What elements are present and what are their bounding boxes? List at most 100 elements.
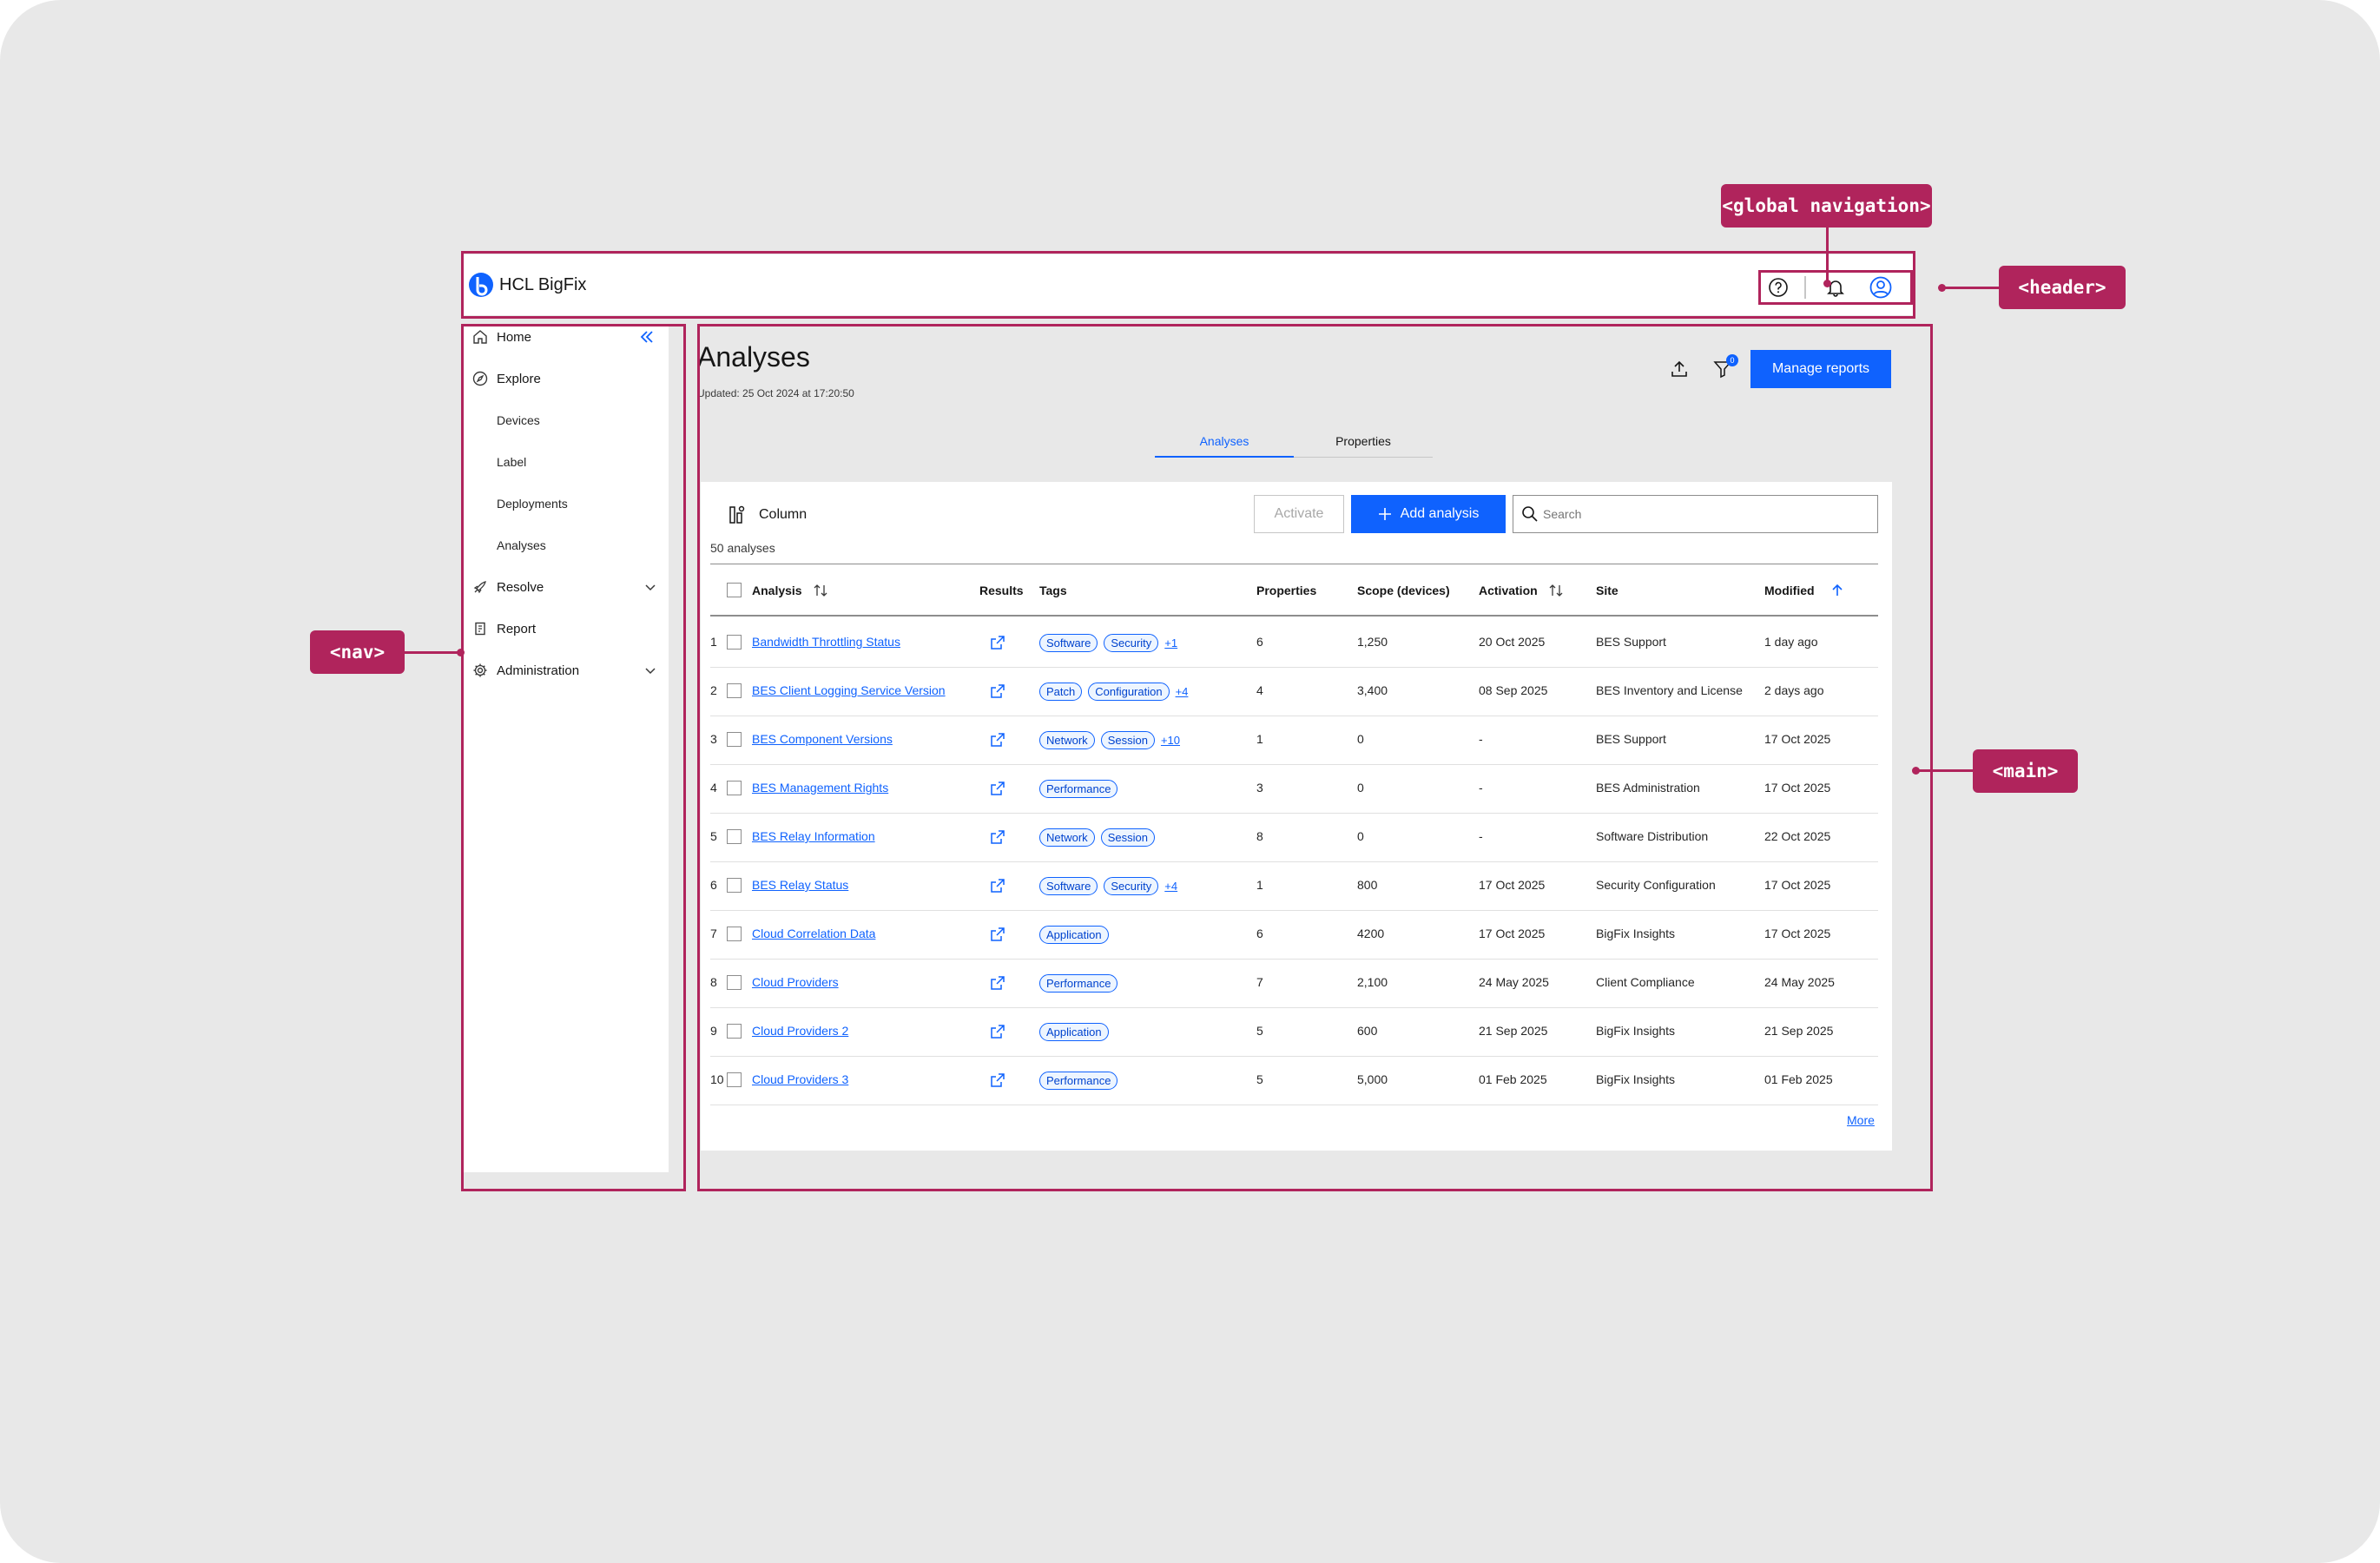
- select-all-checkbox[interactable]: [727, 583, 742, 597]
- more-tags-link[interactable]: +10: [1161, 734, 1180, 747]
- row-checkbox[interactable]: [727, 781, 742, 795]
- tab-track: [1294, 457, 1433, 458]
- analysis-link[interactable]: BES Relay Status: [752, 878, 848, 892]
- more-link[interactable]: More: [1847, 1113, 1875, 1127]
- nav-label: Analyses: [497, 538, 546, 552]
- nav-item-explore[interactable]: Explore: [463, 363, 669, 394]
- col-analysis[interactable]: Analysis: [752, 580, 828, 601]
- row-checkbox[interactable]: [727, 878, 742, 893]
- row-checkbox[interactable]: [727, 732, 742, 747]
- external-link-icon[interactable]: [989, 926, 1006, 943]
- tag-chip[interactable]: Network: [1039, 730, 1095, 749]
- col-modified[interactable]: Modified: [1764, 580, 1844, 601]
- row-checkbox[interactable]: [727, 927, 742, 941]
- modified-date: 2 days ago: [1764, 683, 1824, 697]
- row-tags: Application: [1039, 1020, 1115, 1043]
- nav-item-home[interactable]: Home: [463, 321, 669, 353]
- nav-item-label[interactable]: Label: [463, 446, 669, 478]
- tag-chip[interactable]: Software: [1039, 876, 1098, 895]
- external-link-icon[interactable]: [989, 683, 1006, 700]
- tag-chip[interactable]: Network: [1039, 828, 1095, 847]
- tab-analyses[interactable]: Analyses: [1155, 425, 1294, 457]
- analysis-link[interactable]: BES Relay Information: [752, 829, 875, 843]
- properties-count: 5: [1256, 1072, 1263, 1086]
- row-checkbox[interactable]: [727, 975, 742, 990]
- nav-item-report[interactable]: Report: [463, 613, 669, 644]
- main-connector: [1915, 769, 1973, 772]
- more-tags-link[interactable]: +4: [1176, 685, 1189, 698]
- site-name: BES Support: [1596, 635, 1666, 649]
- user-icon[interactable]: [1868, 274, 1894, 300]
- properties-count: 8: [1256, 829, 1263, 843]
- tag-chip[interactable]: Patch: [1039, 682, 1083, 701]
- properties-count: 4: [1256, 683, 1263, 697]
- activation-date: 21 Sep 2025: [1479, 1024, 1548, 1038]
- external-link-icon[interactable]: [989, 1072, 1006, 1089]
- modified-date: 24 May 2025: [1764, 975, 1835, 989]
- analysis-link[interactable]: BES Client Logging Service Version: [752, 683, 946, 697]
- search-input[interactable]: [1513, 495, 1878, 533]
- activate-button[interactable]: Activate: [1254, 495, 1344, 533]
- scope-devices: 800: [1357, 878, 1378, 892]
- col-site: Site: [1596, 584, 1619, 597]
- help-icon[interactable]: [1765, 274, 1791, 300]
- nav-label: Label: [497, 455, 527, 469]
- analysis-link[interactable]: BES Component Versions: [752, 732, 893, 746]
- tag-chip[interactable]: Performance: [1039, 973, 1118, 993]
- row-checkbox[interactable]: [727, 1024, 742, 1039]
- external-link-icon[interactable]: [989, 828, 1006, 846]
- row-checkbox[interactable]: [727, 1072, 742, 1087]
- nav-item-devices[interactable]: Devices: [463, 405, 669, 436]
- external-link-icon[interactable]: [989, 731, 1006, 749]
- tag-chip[interactable]: Performance: [1039, 1071, 1118, 1090]
- tag-chip[interactable]: Security: [1104, 876, 1159, 895]
- tag-chip[interactable]: Security: [1104, 633, 1159, 652]
- col-activation[interactable]: Activation: [1479, 580, 1564, 601]
- analysis-link[interactable]: BES Management Rights: [752, 781, 888, 795]
- more-tags-link[interactable]: +1: [1164, 636, 1177, 650]
- upload-icon[interactable]: [1669, 359, 1690, 379]
- properties-count: 6: [1256, 927, 1263, 940]
- row-number: 4: [710, 781, 717, 795]
- activation-date: 20 Oct 2025: [1479, 635, 1546, 649]
- add-analysis-button[interactable]: Add analysis: [1351, 495, 1506, 533]
- nav-item-deployments[interactable]: Deployments: [463, 488, 669, 519]
- external-link-icon[interactable]: [989, 780, 1006, 797]
- global-navigation-annotation-tag: <global navigation>: [1721, 184, 1932, 228]
- scope-devices: 3,400: [1357, 683, 1388, 697]
- row-checkbox[interactable]: [727, 635, 742, 650]
- analysis-link[interactable]: Cloud Correlation Data: [752, 927, 875, 940]
- row-number: 10: [710, 1072, 724, 1086]
- external-link-icon[interactable]: [989, 974, 1006, 992]
- external-link-icon[interactable]: [989, 1023, 1006, 1040]
- tag-chip[interactable]: Session: [1100, 730, 1155, 749]
- row-checkbox[interactable]: [727, 829, 742, 844]
- tag-chip[interactable]: Session: [1100, 828, 1155, 847]
- nav-item-resolve[interactable]: Resolve: [463, 571, 669, 603]
- analysis-link[interactable]: Cloud Providers 2: [752, 1024, 848, 1038]
- row-checkbox[interactable]: [727, 683, 742, 698]
- tag-chip[interactable]: Application: [1039, 1022, 1109, 1041]
- nav-item-analyses[interactable]: Analyses: [463, 530, 669, 561]
- activation-date: -: [1479, 829, 1483, 843]
- tab-properties[interactable]: Properties: [1294, 425, 1433, 457]
- filter-button[interactable]: 0: [1712, 354, 1738, 381]
- tag-chip[interactable]: Configuration: [1088, 682, 1170, 701]
- more-tags-link[interactable]: +4: [1164, 880, 1177, 893]
- nav-label: Explore: [497, 371, 541, 386]
- modified-date: 21 Sep 2025: [1764, 1024, 1834, 1038]
- row-divider: [710, 813, 1878, 814]
- manage-reports-button[interactable]: Manage reports: [1750, 350, 1891, 388]
- modified-date: 22 Oct 2025: [1764, 829, 1831, 843]
- nav-item-administration[interactable]: Administration: [463, 655, 669, 686]
- tag-chip[interactable]: Application: [1039, 925, 1109, 944]
- analysis-link[interactable]: Bandwidth Throttling Status: [752, 635, 900, 649]
- analysis-link[interactable]: Cloud Providers: [752, 975, 839, 989]
- column-button[interactable]: Column: [728, 502, 832, 528]
- external-link-icon[interactable]: [989, 634, 1006, 651]
- external-link-icon[interactable]: [989, 877, 1006, 894]
- analysis-link[interactable]: Cloud Providers 3: [752, 1072, 848, 1086]
- tag-chip[interactable]: Performance: [1039, 779, 1118, 798]
- site-name: Security Configuration: [1596, 878, 1716, 892]
- tag-chip[interactable]: Software: [1039, 633, 1098, 652]
